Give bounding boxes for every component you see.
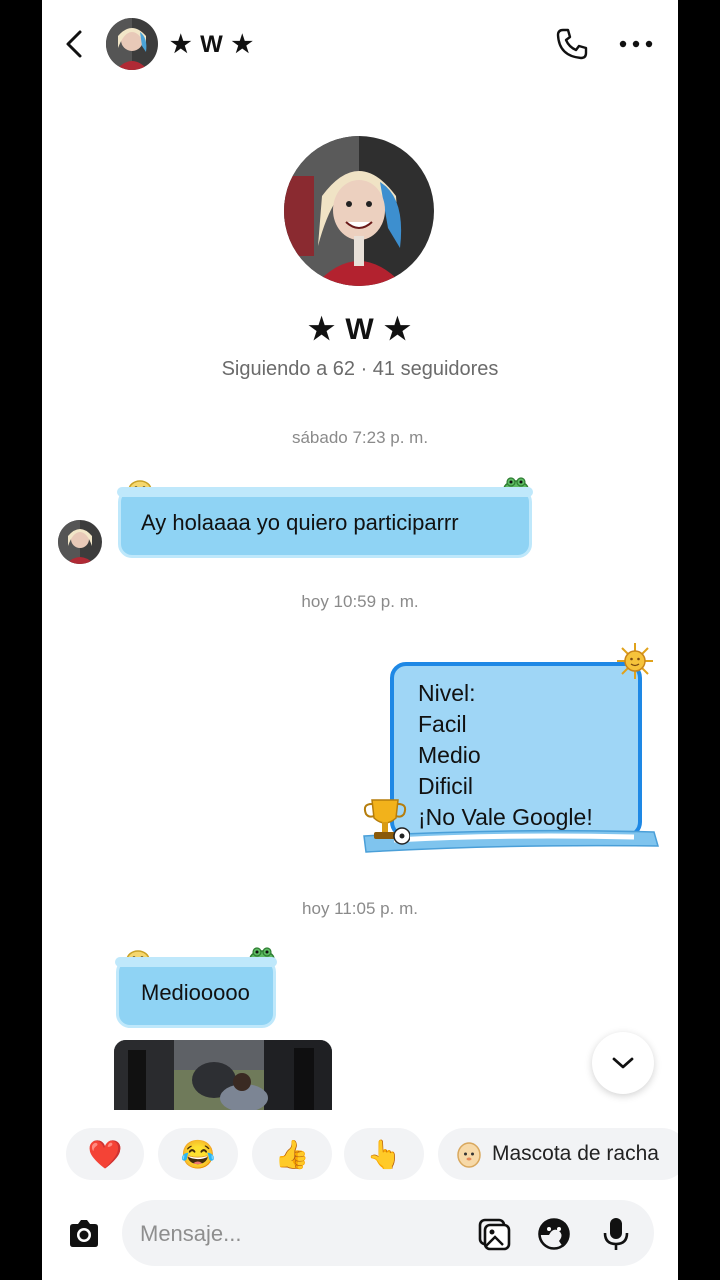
timestamp: hoy 11:05 p. m. xyxy=(302,899,418,918)
trophy-sticker-icon xyxy=(360,796,411,846)
quick-reactions-bar: ❤️ 😂 👍 👆 Mascota de racha xyxy=(42,1128,678,1182)
message-line: Medio xyxy=(418,742,481,768)
streak-pet-chip[interactable]: Mascota de racha xyxy=(438,1128,678,1180)
chevron-left-icon xyxy=(66,30,82,58)
back-button[interactable] xyxy=(60,26,88,62)
reaction-thumbs-up[interactable]: 👍 xyxy=(252,1128,332,1180)
message-line: Facil xyxy=(418,711,467,737)
more-options-button[interactable] xyxy=(614,24,658,64)
message-line: Nivel: xyxy=(418,680,476,706)
message-text: Ay holaaaa yo quiero participarrr xyxy=(141,510,459,535)
reaction-laugh[interactable]: 😂 xyxy=(158,1128,238,1180)
chat-screen: ★ W ★ ★ W ★ Siguiendo a 62 · 41 seguidor… xyxy=(42,0,678,1280)
streak-pet-label: Mascota de racha xyxy=(492,1142,659,1165)
outgoing-message-bubble[interactable]: Nivel: Facil Medio Dificil ¡No Vale Goog… xyxy=(390,662,642,838)
phone-icon xyxy=(556,28,588,60)
incoming-message-bubble[interactable]: Mediooooo xyxy=(115,957,277,1028)
thumbs-up-icon: 👍 xyxy=(274,1138,310,1170)
more-horizontal-icon xyxy=(619,40,653,48)
message-input-placeholder: Mensaje... xyxy=(140,1221,242,1246)
gallery-button[interactable] xyxy=(476,1216,512,1252)
timestamp: sábado 7:23 p. m. xyxy=(291,428,429,447)
reaction-heart[interactable]: ❤️ xyxy=(66,1128,144,1180)
profile-name: ★ W ★ xyxy=(308,313,412,346)
sender-avatar[interactable] xyxy=(58,520,102,564)
shared-media-thumbnail[interactable] xyxy=(114,1040,332,1110)
reaction-pointing[interactable]: 👆 xyxy=(344,1128,424,1180)
pet-egg-icon xyxy=(457,1142,481,1168)
contact-avatar[interactable] xyxy=(106,18,158,70)
scroll-to-bottom-button[interactable] xyxy=(592,1032,654,1094)
message-text: Mediooooo xyxy=(141,980,250,1005)
timestamp: hoy 10:59 p. m. xyxy=(301,592,419,611)
sun-sticker-icon xyxy=(616,642,654,680)
microphone-icon xyxy=(603,1218,629,1250)
message-input[interactable]: Mensaje... xyxy=(122,1200,654,1266)
message-line: Dificil xyxy=(418,773,473,799)
message-composer: Mensaje... xyxy=(42,1196,678,1272)
voice-message-button[interactable] xyxy=(598,1216,634,1252)
chat-header: ★ W ★ xyxy=(42,0,678,90)
camera-button[interactable] xyxy=(60,1210,108,1258)
sticker-button[interactable] xyxy=(536,1216,572,1252)
gallery-icon xyxy=(478,1218,511,1251)
camera-icon xyxy=(70,1220,98,1247)
profile-avatar[interactable] xyxy=(284,136,434,286)
contact-name[interactable]: ★ W ★ xyxy=(170,30,254,59)
laughing-face-icon: 😂 xyxy=(180,1138,216,1170)
pointing-hand-icon: 👆 xyxy=(366,1138,402,1170)
incoming-message-bubble[interactable]: Ay holaaaa yo quiero participarrr xyxy=(117,487,533,558)
chevron-down-icon xyxy=(612,1057,634,1069)
sticker-icon xyxy=(538,1218,570,1250)
profile-stats: Siguiendo a 62 · 41 seguidores xyxy=(221,358,499,380)
call-button[interactable] xyxy=(552,24,592,64)
heart-icon: ❤️ xyxy=(87,1138,123,1170)
